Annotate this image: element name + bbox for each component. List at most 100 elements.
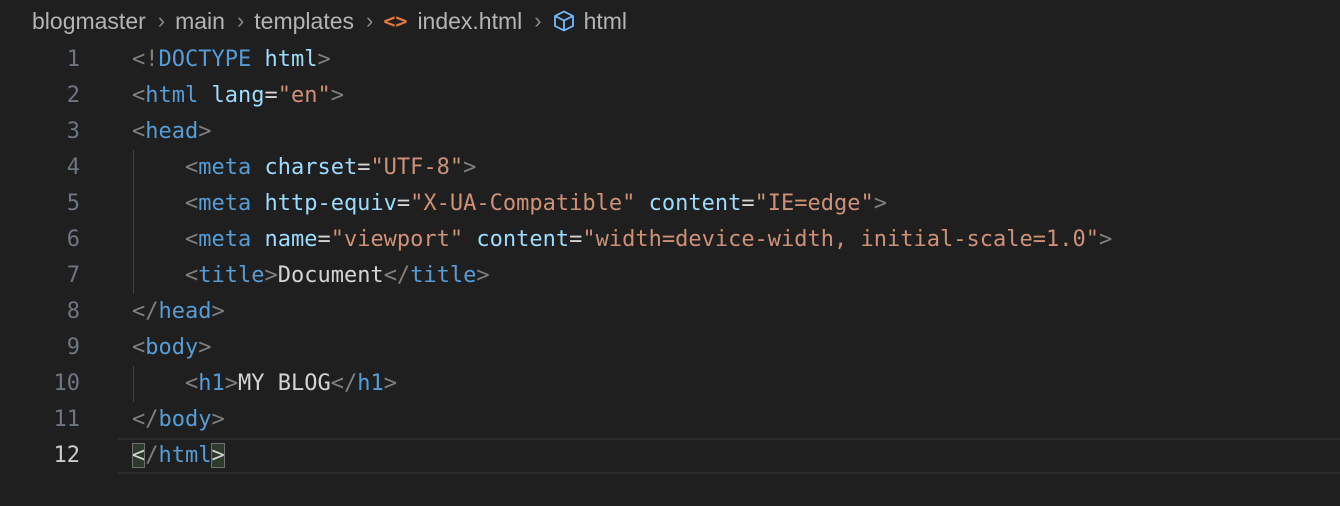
breadcrumb-item-main[interactable]: main [175, 8, 225, 35]
line-number: 8 [66, 299, 80, 324]
token-text: = [357, 155, 371, 180]
token-bracket: </ [132, 299, 159, 324]
code-text: <body> [132, 330, 211, 366]
code-editor[interactable]: 1 <!DOCTYPE html> 2 <html lang="en"> 3 <head>… [0, 42, 1340, 474]
html-file-icon: <> [383, 9, 408, 33]
code-text: <h1>MY BLOG</h1> [132, 366, 397, 402]
token-text: = [317, 227, 331, 252]
token-bracket: < [184, 227, 199, 252]
token-bracket: > [1098, 227, 1113, 252]
token-attribute-value: "viewport" [330, 227, 464, 252]
token-tag-name: html [145, 83, 199, 108]
code-line[interactable]: 1 <!DOCTYPE html> [0, 42, 1340, 78]
line-number: 10 [53, 371, 81, 396]
line-number: 11 [53, 407, 81, 432]
token-bracket: > [211, 407, 225, 432]
token-tag-name: DOCTYPE [158, 47, 252, 72]
token-bracket: > [873, 191, 888, 216]
token-text: = [569, 227, 583, 252]
token-attribute-name: charset [264, 155, 358, 180]
token-text: = [741, 191, 755, 216]
token-bracket: > [383, 371, 397, 396]
token-attribute-name: content [648, 191, 742, 216]
token-bracket: </ [383, 263, 411, 288]
token-tag-name: title [410, 263, 477, 288]
code-line[interactable]: 9 <body> [0, 330, 1340, 366]
code-line[interactable]: 7 <title>Document</title> [0, 258, 1340, 294]
line-number: 7 [66, 263, 80, 288]
cube-icon [553, 10, 574, 32]
token-tag-name: body [145, 335, 199, 360]
code-text: <meta http-equiv="X-UA-Compatible" conte… [132, 186, 887, 222]
code-text: </html> [132, 438, 225, 474]
code-line[interactable]: 5 <meta http-equiv="X-UA-Compatible" con… [0, 186, 1340, 222]
token-attribute-name: content [476, 227, 570, 252]
breadcrumb: blogmaster › main › templates › <> index… [32, 0, 627, 42]
line-number: 4 [66, 155, 80, 180]
code-line[interactable]: 2 <html lang="en"> [0, 78, 1340, 114]
token-tag-name: meta [198, 191, 252, 216]
token-attribute-value: "X-UA-Compatible" [410, 191, 636, 216]
token-tag-name: meta [198, 155, 252, 180]
token-tag-name: h1 [357, 371, 384, 396]
line-number: 1 [66, 47, 80, 72]
token-bracket: < [184, 155, 199, 180]
code-text: <title>Document</title> [132, 258, 490, 294]
token-text: MY BLOG [237, 371, 331, 396]
code-text: </body> [132, 402, 225, 438]
token-attribute-name: name [264, 227, 318, 252]
line-number: 9 [66, 335, 80, 360]
token-bracket: > [211, 299, 225, 324]
token-bracket: < [184, 263, 199, 288]
token-tag-name: meta [198, 227, 252, 252]
line-number: 3 [66, 119, 80, 144]
code-line[interactable]: 3 <head> [0, 114, 1340, 150]
token-attribute-name: html [264, 47, 318, 72]
chevron-right-icon: › [534, 8, 542, 33]
token-attribute-value: "en" [277, 83, 331, 108]
line-number: 6 [66, 227, 80, 252]
token-bracket: > [476, 263, 490, 288]
code-line[interactable]: 12 </html> [0, 438, 1340, 474]
breadcrumb-item-blogmaster[interactable]: blogmaster [32, 8, 146, 35]
token-text: Document [277, 263, 384, 288]
code-line[interactable]: 6 <meta name="viewport" content="width=d… [0, 222, 1340, 258]
code-line[interactable]: 11 </body> [0, 402, 1340, 438]
token-tag-name: head [158, 299, 212, 324]
token-attribute-name: lang [211, 83, 265, 108]
code-line[interactable]: 8 </head> [0, 294, 1340, 330]
token-tag-name: title [198, 263, 265, 288]
breadcrumb-item-file[interactable]: index.html [417, 8, 522, 35]
line-number: 12 [53, 443, 81, 468]
token-tag-name: html [158, 443, 212, 468]
token-text: = [264, 83, 278, 108]
token-attribute-value: "IE=edge" [754, 191, 874, 216]
token-bracket: > [198, 119, 212, 144]
token-attribute-value: "width=device-width, initial-scale=1.0" [582, 227, 1099, 252]
token-bracket: > [224, 371, 238, 396]
token-matched-bracket: < [132, 443, 146, 468]
breadcrumb-item-templates[interactable]: templates [254, 8, 354, 35]
code-text: <!DOCTYPE html> [132, 42, 331, 78]
code-text: <meta charset="UTF-8"> [132, 150, 476, 186]
token-bracket: > [317, 47, 331, 72]
token-bracket: </ [330, 371, 358, 396]
token-bracket: > [463, 155, 477, 180]
token-bracket: < [132, 335, 146, 360]
breadcrumb-item-symbol[interactable]: html [584, 8, 627, 35]
code-line[interactable]: 4 <meta charset="UTF-8"> [0, 150, 1340, 186]
code-text: <meta name="viewport" content="width=dev… [132, 222, 1112, 258]
line-number: 5 [66, 191, 80, 216]
code-line[interactable]: 10 <h1>MY BLOG</h1> [0, 366, 1340, 402]
code-text: <head> [132, 114, 211, 150]
token-bracket: > [198, 335, 212, 360]
token-tag-name: h1 [198, 371, 225, 396]
token-bracket: < [132, 119, 146, 144]
